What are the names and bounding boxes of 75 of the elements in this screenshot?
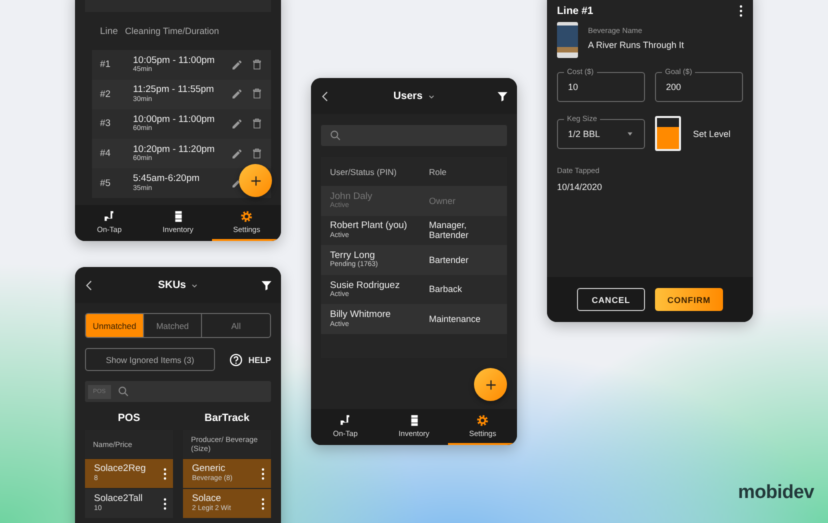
edit-icon[interactable] — [231, 148, 243, 160]
delete-icon[interactable] — [251, 118, 263, 130]
keg-level-meter[interactable] — [655, 116, 681, 151]
column-title: POS — [116, 412, 142, 424]
line-number: #2 — [99, 88, 112, 100]
user-role: Owner — [429, 196, 457, 206]
edit-icon[interactable] — [231, 58, 243, 71]
time-range: 10:00pm - 11:00pm — [133, 114, 216, 125]
sku-name: Solace2Reg — [94, 464, 147, 475]
cancel-button[interactable]: CANCEL — [577, 288, 645, 311]
column-header: Cleaning Time/Duration — [125, 26, 220, 36]
delete-icon[interactable] — [251, 58, 263, 71]
time-range: 11:25pm - 11:55pm — [133, 85, 215, 96]
date-value: 10/14/2020 — [557, 182, 604, 192]
line-number: #4 — [99, 148, 112, 160]
add-button[interactable] — [474, 368, 507, 401]
screen-title: SKUs — [158, 279, 186, 291]
sku-name: Solace2Tall — [94, 494, 144, 505]
segment-tab[interactable]: Matched — [144, 314, 202, 337]
edit-icon[interactable] — [231, 88, 243, 100]
user-role: Manager, Bartender — [429, 220, 470, 241]
brand-logo: mobidev — [738, 482, 814, 504]
delete-icon[interactable] — [251, 88, 263, 100]
sku-name: Generic — [192, 464, 226, 474]
user-name: John Daly — [330, 192, 374, 202]
column-header: Role — [429, 166, 448, 176]
confirm-button[interactable]: CONFIRM — [655, 288, 723, 311]
caret-icon[interactable] — [428, 92, 435, 100]
show-ignored-button[interactable]: Show Ignored Items (3) — [85, 348, 215, 371]
time-range: 10:05pm - 11:00pm — [133, 56, 216, 66]
segment-tab[interactable]: Unmatched — [86, 314, 144, 337]
dropdown-caret-icon — [626, 130, 634, 138]
beverage-name: A River Runs Through It — [588, 40, 684, 50]
filter-icon[interactable] — [496, 90, 509, 102]
line-number: #5 — [99, 178, 112, 189]
segment-tab[interactable]: All — [202, 314, 270, 337]
column-header: Line — [99, 26, 119, 36]
line-number: #3 — [99, 118, 112, 130]
help-button[interactable]: HELP — [229, 352, 271, 366]
filter-icon[interactable] — [260, 278, 273, 292]
user-name: Susie Rodriguez — [330, 280, 401, 291]
screen-title: Line #1 — [557, 5, 594, 17]
plus-icon — [248, 174, 262, 188]
help-icon — [229, 352, 244, 366]
set-level-label: Set Level — [693, 128, 731, 138]
settings-icon — [240, 210, 254, 223]
more-icon[interactable] — [163, 498, 167, 510]
user-name: Billy Whitmore — [330, 310, 392, 320]
beverage-logo-placeholder — [557, 22, 578, 58]
column-title: BarTrack — [204, 412, 250, 424]
more-icon[interactable] — [163, 468, 167, 480]
more-icon[interactable] — [261, 498, 265, 510]
column-header: User/Status (PIN) — [329, 166, 398, 176]
tap-icon — [338, 414, 352, 427]
user-name: Robert Plant (you) — [330, 221, 408, 232]
user-name: Terry Long — [330, 250, 375, 261]
time-range: 10:20pm - 11:20pm — [133, 144, 216, 155]
search-icon — [329, 129, 342, 142]
edit-icon[interactable] — [231, 118, 243, 130]
more-icon[interactable] — [739, 5, 743, 17]
time-range: 5:45am-6:20pm — [133, 174, 201, 184]
delete-icon[interactable] — [251, 148, 263, 160]
plus-icon — [484, 378, 498, 392]
user-role: Maintenance — [429, 314, 482, 324]
settings-icon — [476, 414, 490, 427]
tap-icon — [102, 210, 116, 223]
user-role: Bartender — [429, 254, 470, 266]
more-icon[interactable] — [261, 468, 265, 480]
search-icon — [116, 385, 130, 398]
line-number: #1 — [99, 59, 112, 70]
sku-name: Solace — [192, 494, 222, 504]
screen-title: Users — [393, 90, 423, 102]
caret-icon[interactable] — [191, 282, 198, 288]
user-role: Barback — [429, 284, 464, 295]
search-field[interactable] — [321, 125, 507, 146]
